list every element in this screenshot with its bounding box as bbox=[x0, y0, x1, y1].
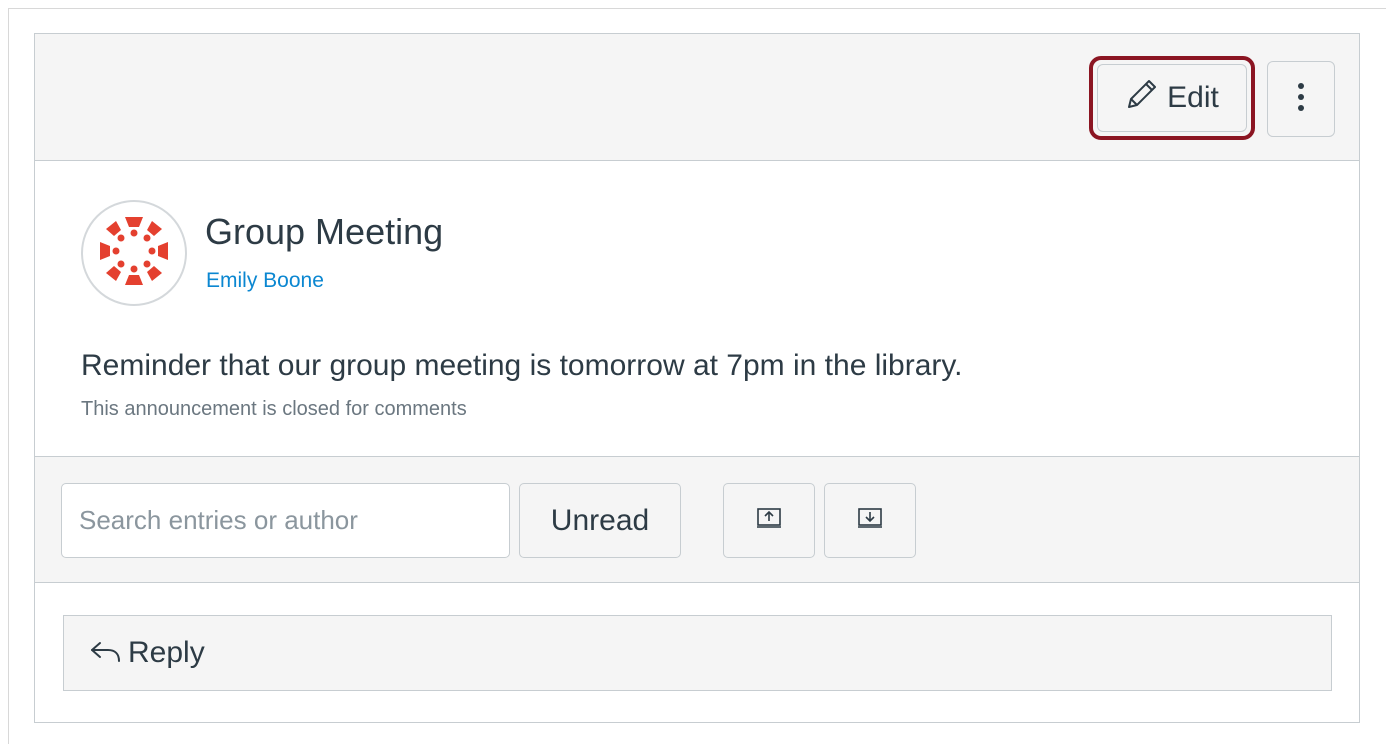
edit-button[interactable]: Edit bbox=[1097, 64, 1247, 132]
unread-button[interactable]: Unread bbox=[519, 483, 681, 558]
announcement-title: Group Meeting bbox=[205, 211, 444, 252]
edit-button-label: Edit bbox=[1167, 81, 1219, 114]
canvas-logo-icon bbox=[94, 211, 174, 296]
avatar bbox=[81, 200, 187, 306]
author-link[interactable]: Emily Boone bbox=[206, 269, 324, 293]
collapse-threads-icon bbox=[756, 507, 782, 534]
announcement-message: Reminder that our group meeting is tomor… bbox=[81, 349, 963, 382]
reply-arrow-icon bbox=[88, 637, 122, 670]
unread-button-label: Unread bbox=[550, 503, 650, 537]
reply-label: Reply bbox=[128, 636, 205, 669]
expand-threads-icon bbox=[857, 507, 883, 534]
collapse-threads-button[interactable] bbox=[723, 483, 815, 558]
pencil-icon bbox=[1125, 77, 1159, 119]
announcement-body: Group Meeting Emily Boone Reminder that … bbox=[35, 161, 1359, 457]
search-input[interactable] bbox=[61, 483, 510, 558]
comments-closed-note: This announcement is closed for comments bbox=[81, 398, 467, 420]
announcement-card: Edit Group Meeting Emily Boone Reminder … bbox=[34, 33, 1360, 723]
kebab-menu-icon bbox=[1296, 81, 1306, 118]
expand-threads-button[interactable] bbox=[824, 483, 916, 558]
reply-section: Reply bbox=[35, 583, 1359, 722]
announcement-header-bar: Edit bbox=[35, 34, 1359, 161]
more-options-button[interactable] bbox=[1267, 61, 1335, 137]
reply-button[interactable]: Reply bbox=[63, 615, 1332, 691]
discussion-toolbar: Unread bbox=[35, 457, 1359, 583]
